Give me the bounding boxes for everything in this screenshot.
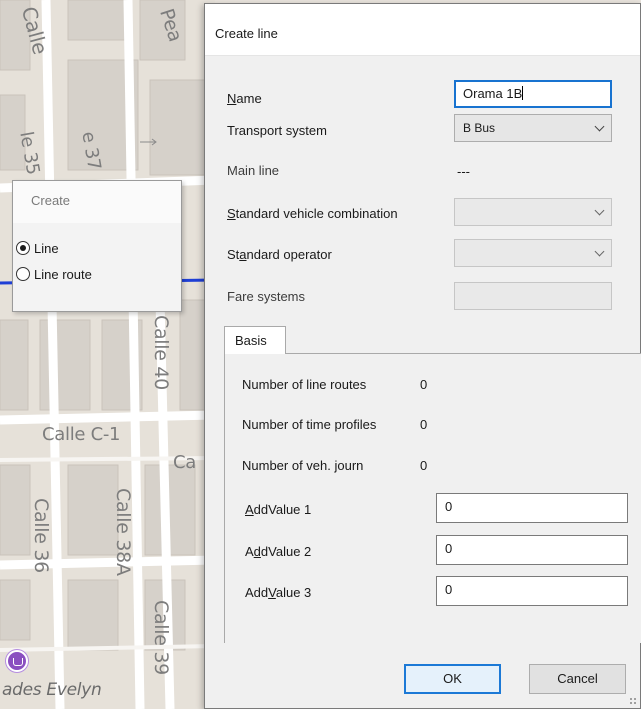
transport-system-select[interactable]: B Bus (454, 114, 612, 142)
chevron-down-icon (594, 205, 605, 216)
create-popup: Create Line Line route (12, 180, 182, 312)
std-vehicle-select[interactable] (454, 198, 612, 226)
std-operator-select[interactable] (454, 239, 612, 267)
tab-basis[interactable]: Basis (224, 326, 286, 354)
cancel-button[interactable]: Cancel (529, 664, 626, 694)
chevron-down-icon (594, 246, 605, 257)
ok-button[interactable]: OK (404, 664, 501, 694)
dialog-title: Create line (205, 4, 640, 56)
addvalue2-input[interactable]: 0 (436, 535, 628, 565)
chevron-down-icon (594, 121, 605, 132)
fare-systems-label: Fare systems (227, 289, 306, 304)
map-view[interactable]: Calle Pea le 35 e 37 Calle 40 Calle C-1 … (0, 0, 215, 709)
addvalue3-input[interactable]: 0 (436, 576, 628, 606)
line-routes-value: 0 (420, 377, 428, 392)
veh-journ-label: Number of veh. journ (242, 458, 364, 473)
radio-line-label: Line (34, 240, 59, 256)
text-caret (522, 86, 524, 100)
time-profiles-value: 0 (420, 417, 428, 432)
veh-journ-value: 0 (420, 458, 428, 473)
line-routes-label: Number of line routes (242, 377, 367, 392)
street-label: Calle 38A (112, 488, 134, 576)
map-streets (0, 0, 215, 709)
main-line-value: --- (457, 164, 470, 179)
street-label: Calle 39 (150, 600, 172, 675)
radio-line-route[interactable]: Line route (13, 263, 181, 285)
radio-line-route-label: Line route (34, 266, 92, 282)
shopping-poi-icon[interactable] (6, 650, 28, 672)
addvalue1-label: AddValue 1 (245, 502, 312, 517)
fare-systems-field[interactable] (454, 282, 612, 310)
street-label: Calle C-1 (42, 424, 121, 445)
street-label: Calle 36 (30, 498, 52, 573)
create-popup-title: Create (13, 181, 181, 223)
radio-checked-icon[interactable] (16, 241, 30, 255)
radio-line[interactable]: Line (13, 237, 181, 259)
basis-tab-panel: Number of line routes 0 Number of time p… (224, 353, 641, 643)
name-input[interactable]: Orama 1B (454, 80, 612, 108)
addvalue3-label: AddValue 3 (245, 585, 312, 600)
resize-grip-icon[interactable] (629, 697, 637, 705)
radio-unchecked-icon[interactable] (16, 267, 30, 281)
transport-system-value: B Bus (463, 121, 496, 135)
addvalue2-label: AddValue 2 (245, 544, 312, 559)
time-profiles-label: Number of time profiles (242, 417, 377, 432)
street-label: Ca (173, 452, 196, 473)
place-label: ades Evelyn (2, 680, 102, 700)
std-vehicle-label: Standard vehicle combination (227, 206, 398, 221)
std-operator-label: Standard operator (227, 247, 332, 262)
addvalue1-input[interactable]: 0 (436, 493, 628, 523)
street-label: Calle 40 (150, 315, 172, 390)
screen: Calle Pea le 35 e 37 Calle 40 Calle C-1 … (0, 0, 641, 709)
create-line-dialog: Create line Name Orama 1B Transport syst… (204, 3, 641, 709)
name-label: Name (227, 91, 262, 106)
transport-system-label: Transport system (227, 123, 327, 138)
main-line-label: Main line (227, 163, 280, 178)
